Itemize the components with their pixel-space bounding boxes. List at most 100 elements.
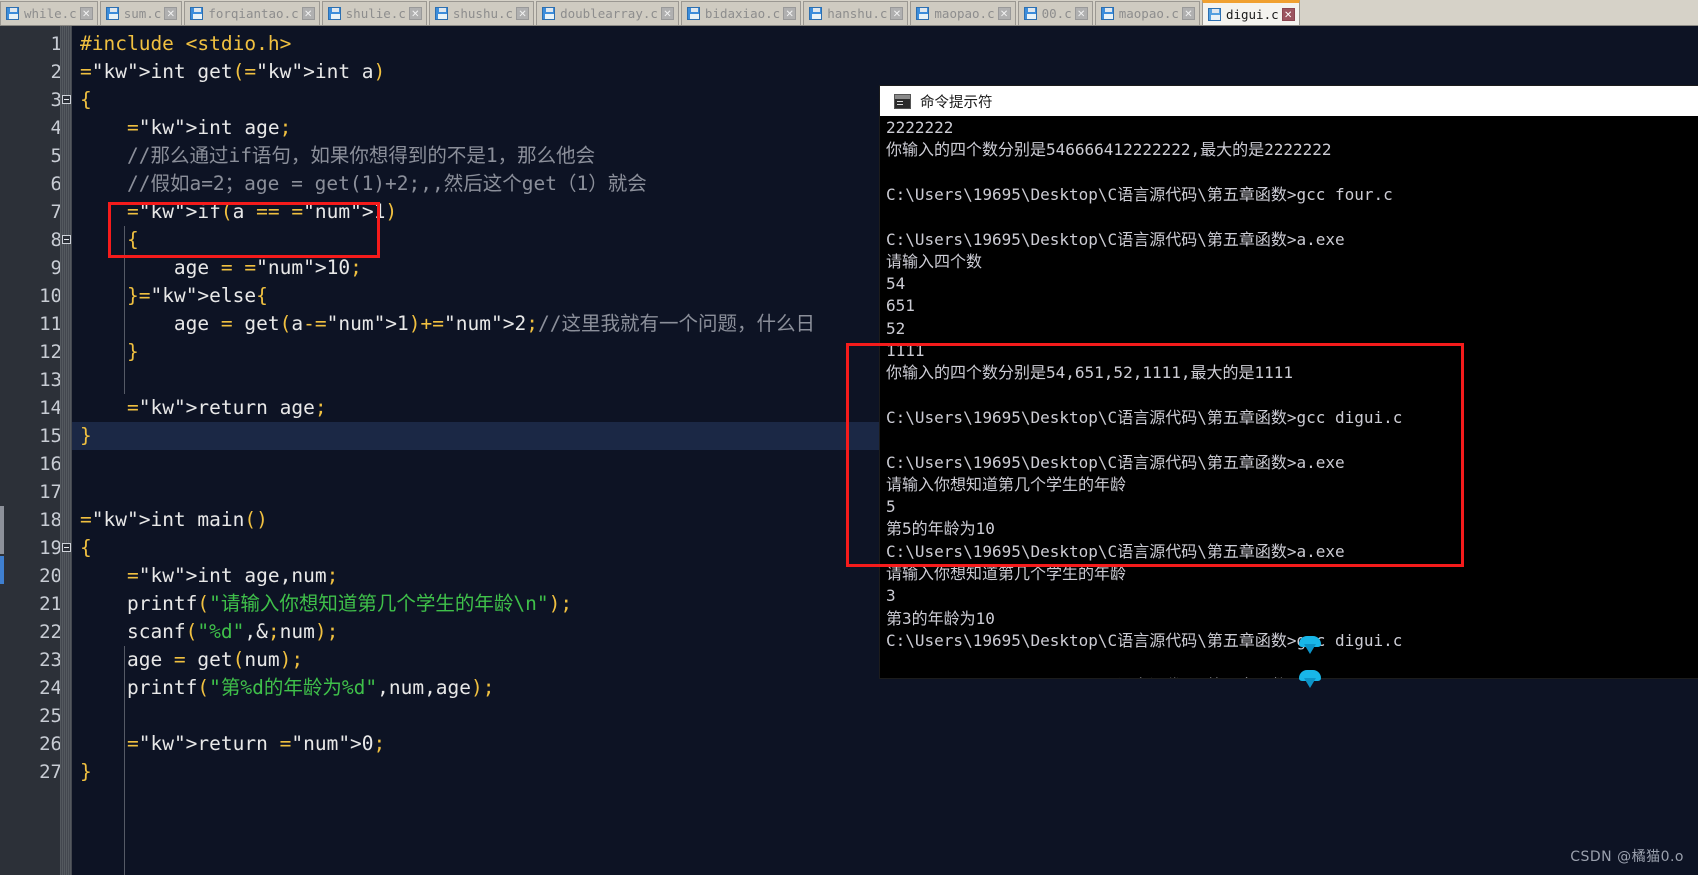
tab-label: sum.c (123, 6, 162, 21)
tab-close-icon[interactable]: ✕ (301, 7, 315, 20)
command-prompt-titlebar[interactable]: 命令提示符 (880, 86, 1698, 116)
tab-sum-c-1[interactable]: sum.c ✕ (99, 1, 183, 25)
code-line: #include <stdio.h> (80, 32, 292, 55)
tab-close-icon[interactable]: ✕ (890, 7, 904, 20)
code-line: }="kw">else{ (126, 284, 268, 307)
terminal-line: 54 (886, 274, 906, 294)
tab-close-icon[interactable]: ✕ (997, 7, 1011, 20)
tab-label: shulie.c (345, 6, 406, 21)
fold-toggle-icon[interactable] (62, 543, 71, 552)
code-line: ="kw">int age,num; (126, 564, 339, 587)
tab-forqiantao-c-2[interactable]: forqiantao.c ✕ (184, 1, 320, 25)
tab-bidaxiao-c-6[interactable]: bidaxiao.c ✕ (680, 1, 802, 25)
tab-label: forqiantao.c (208, 6, 299, 21)
terminal-line: C:\Users\19695\Desktop\C语言源代码\第五章函数>a.ex… (886, 541, 1345, 561)
fold-toggle-icon[interactable] (62, 95, 71, 104)
floppy-disk-icon (809, 7, 823, 20)
modified-line-marker (0, 556, 4, 584)
code-line: ="kw">int age; (126, 116, 292, 139)
terminal-line: C:\Users\19695\Desktop\C语言源代码\第五章函数>a.ex… (886, 675, 1345, 679)
terminal-line: 请输入四个数 (886, 251, 983, 271)
tab-shushu-c-4[interactable]: shushu.c ✕ (428, 1, 535, 25)
code-line: { (126, 228, 139, 251)
floppy-disk-icon (6, 7, 19, 20)
tab-close-icon[interactable]: ✕ (408, 7, 422, 20)
csdn-watermark: CSDN @橘猫0.o (1570, 849, 1684, 865)
terminal-line: C:\Users\19695\Desktop\C语言源代码\第五章函数>a.ex… (886, 452, 1345, 472)
tab-close-icon[interactable]: ✕ (660, 7, 674, 20)
floppy-disk-icon (434, 7, 448, 20)
console-icon (894, 93, 911, 109)
tab-close-icon[interactable]: ✕ (164, 7, 178, 20)
code-line: ="kw">if(a == ="num">1) (126, 200, 398, 223)
code-line: printf("请输入你想知道第几个学生的年龄\n"); (80, 592, 573, 615)
command-prompt-window[interactable]: 命令提示符 2222222 你输入的四个数分别是546666412222222,最… (880, 86, 1698, 678)
tab-label: doublearray.c (560, 6, 658, 21)
code-line: { (80, 88, 92, 111)
floppy-disk-icon (1207, 7, 1221, 21)
terminal-line: 3 (886, 586, 896, 606)
code-line: age = get(num); (80, 648, 304, 671)
tab-close-icon[interactable]: ✕ (1281, 7, 1295, 21)
code-line: printf("第%d的年龄为%d",num,age); (80, 676, 495, 699)
code-line: age = get(a-="num">1)+="num">2;//这里我就有一个… (80, 312, 815, 335)
code-line: ="kw">return age; (126, 396, 327, 419)
fold-column[interactable] (60, 26, 72, 875)
terminal-line: 请输入你想知道第几个学生的年龄 (886, 564, 1127, 583)
tab-while-c-0[interactable]: while.c ✕ (0, 1, 98, 25)
scroll-thumb[interactable] (0, 506, 4, 554)
tab-label: shushu.c (452, 6, 514, 21)
tab-label: while.c (24, 6, 77, 21)
tab-hanshu-c-7[interactable]: hanshu.c ✕ (803, 1, 909, 25)
terminal-line: 651 (886, 296, 915, 316)
code-line: //假如a=2；age = get(1)+2;,,然后这个get（1）就会 (126, 172, 647, 195)
floppy-disk-icon (1100, 7, 1114, 20)
tab-close-icon[interactable]: ✕ (79, 7, 93, 20)
floppy-disk-icon (916, 7, 930, 20)
floppy-disk-icon (105, 7, 119, 20)
command-prompt-title: 命令提示符 (920, 94, 993, 111)
tab-digui-c-11[interactable]: digui.c ✕ (1201, 0, 1300, 25)
code-line: } (80, 760, 92, 783)
floppy-disk-icon (1023, 7, 1037, 20)
tab-label: maopao.c (1118, 6, 1179, 21)
tab-bar[interactable]: while.c ✕ sum.c ✕ forqiantao.c ✕ shulie.c ✕ shus… (0, 0, 1698, 26)
terminal-line: 请输入你想知道第几个学生的年龄 (886, 474, 1127, 494)
tab-00-c-9[interactable]: 00.c ✕ (1017, 1, 1093, 25)
tab-doublearray-c-5[interactable]: doublearray.c ✕ (536, 1, 679, 25)
code-line: } (126, 340, 139, 363)
tab-close-icon[interactable]: ✕ (1181, 7, 1195, 20)
tab-close-icon[interactable]: ✕ (516, 7, 530, 20)
tab-label: maopao.c (934, 6, 995, 21)
terminal-output[interactable]: 2222222 你输入的四个数分别是546666412222222,最大的是222… (880, 116, 1698, 678)
terminal-line: 5 (886, 497, 896, 517)
code-line: //那么通过if语句，如果你想得到的不是1，那么他会 (126, 144, 596, 167)
code-line: age = ="num">10; (80, 256, 362, 279)
fold-toggle-icon[interactable] (62, 235, 71, 244)
floppy-disk-icon (686, 7, 700, 20)
terminal-line: 你输入的四个数分别是54,651,52,1111,最大的是1111 (886, 363, 1294, 383)
code-line: } (80, 424, 92, 447)
tab-label: 00.c (1041, 6, 1072, 21)
tab-maopao-c-10[interactable]: maopao.c ✕ (1094, 1, 1200, 25)
terminal-line: C:\Users\19695\Desktop\C语言源代码\第五章函数>gcc … (886, 407, 1403, 427)
floppy-disk-icon (327, 7, 341, 20)
terminal-line: C:\Users\19695\Desktop\C语言源代码\第五章函数>a.ex… (886, 229, 1345, 249)
terminal-line: C:\Users\19695\Desktop\C语言源代码\第五章函数>gcc … (886, 184, 1393, 204)
tab-shulie-c-3[interactable]: shulie.c ✕ (321, 1, 427, 25)
code-line: ="kw">int get(="kw">int a) (80, 60, 386, 83)
code-line: { (80, 536, 92, 559)
terminal-line: 2222222 (886, 118, 954, 137)
tab-label: digui.c (1225, 6, 1279, 22)
tab-close-icon[interactable]: ✕ (783, 7, 797, 20)
terminal-line: 你输入的四个数分别是546666412222222,最大的是2222222 (886, 140, 1332, 160)
code-line: ="kw">int main() (80, 508, 268, 531)
tab-close-icon[interactable]: ✕ (1074, 7, 1088, 20)
code-line: ="kw">return ="num">0; (126, 732, 386, 755)
tab-maopao-c-8[interactable]: maopao.c ✕ (910, 1, 1016, 25)
